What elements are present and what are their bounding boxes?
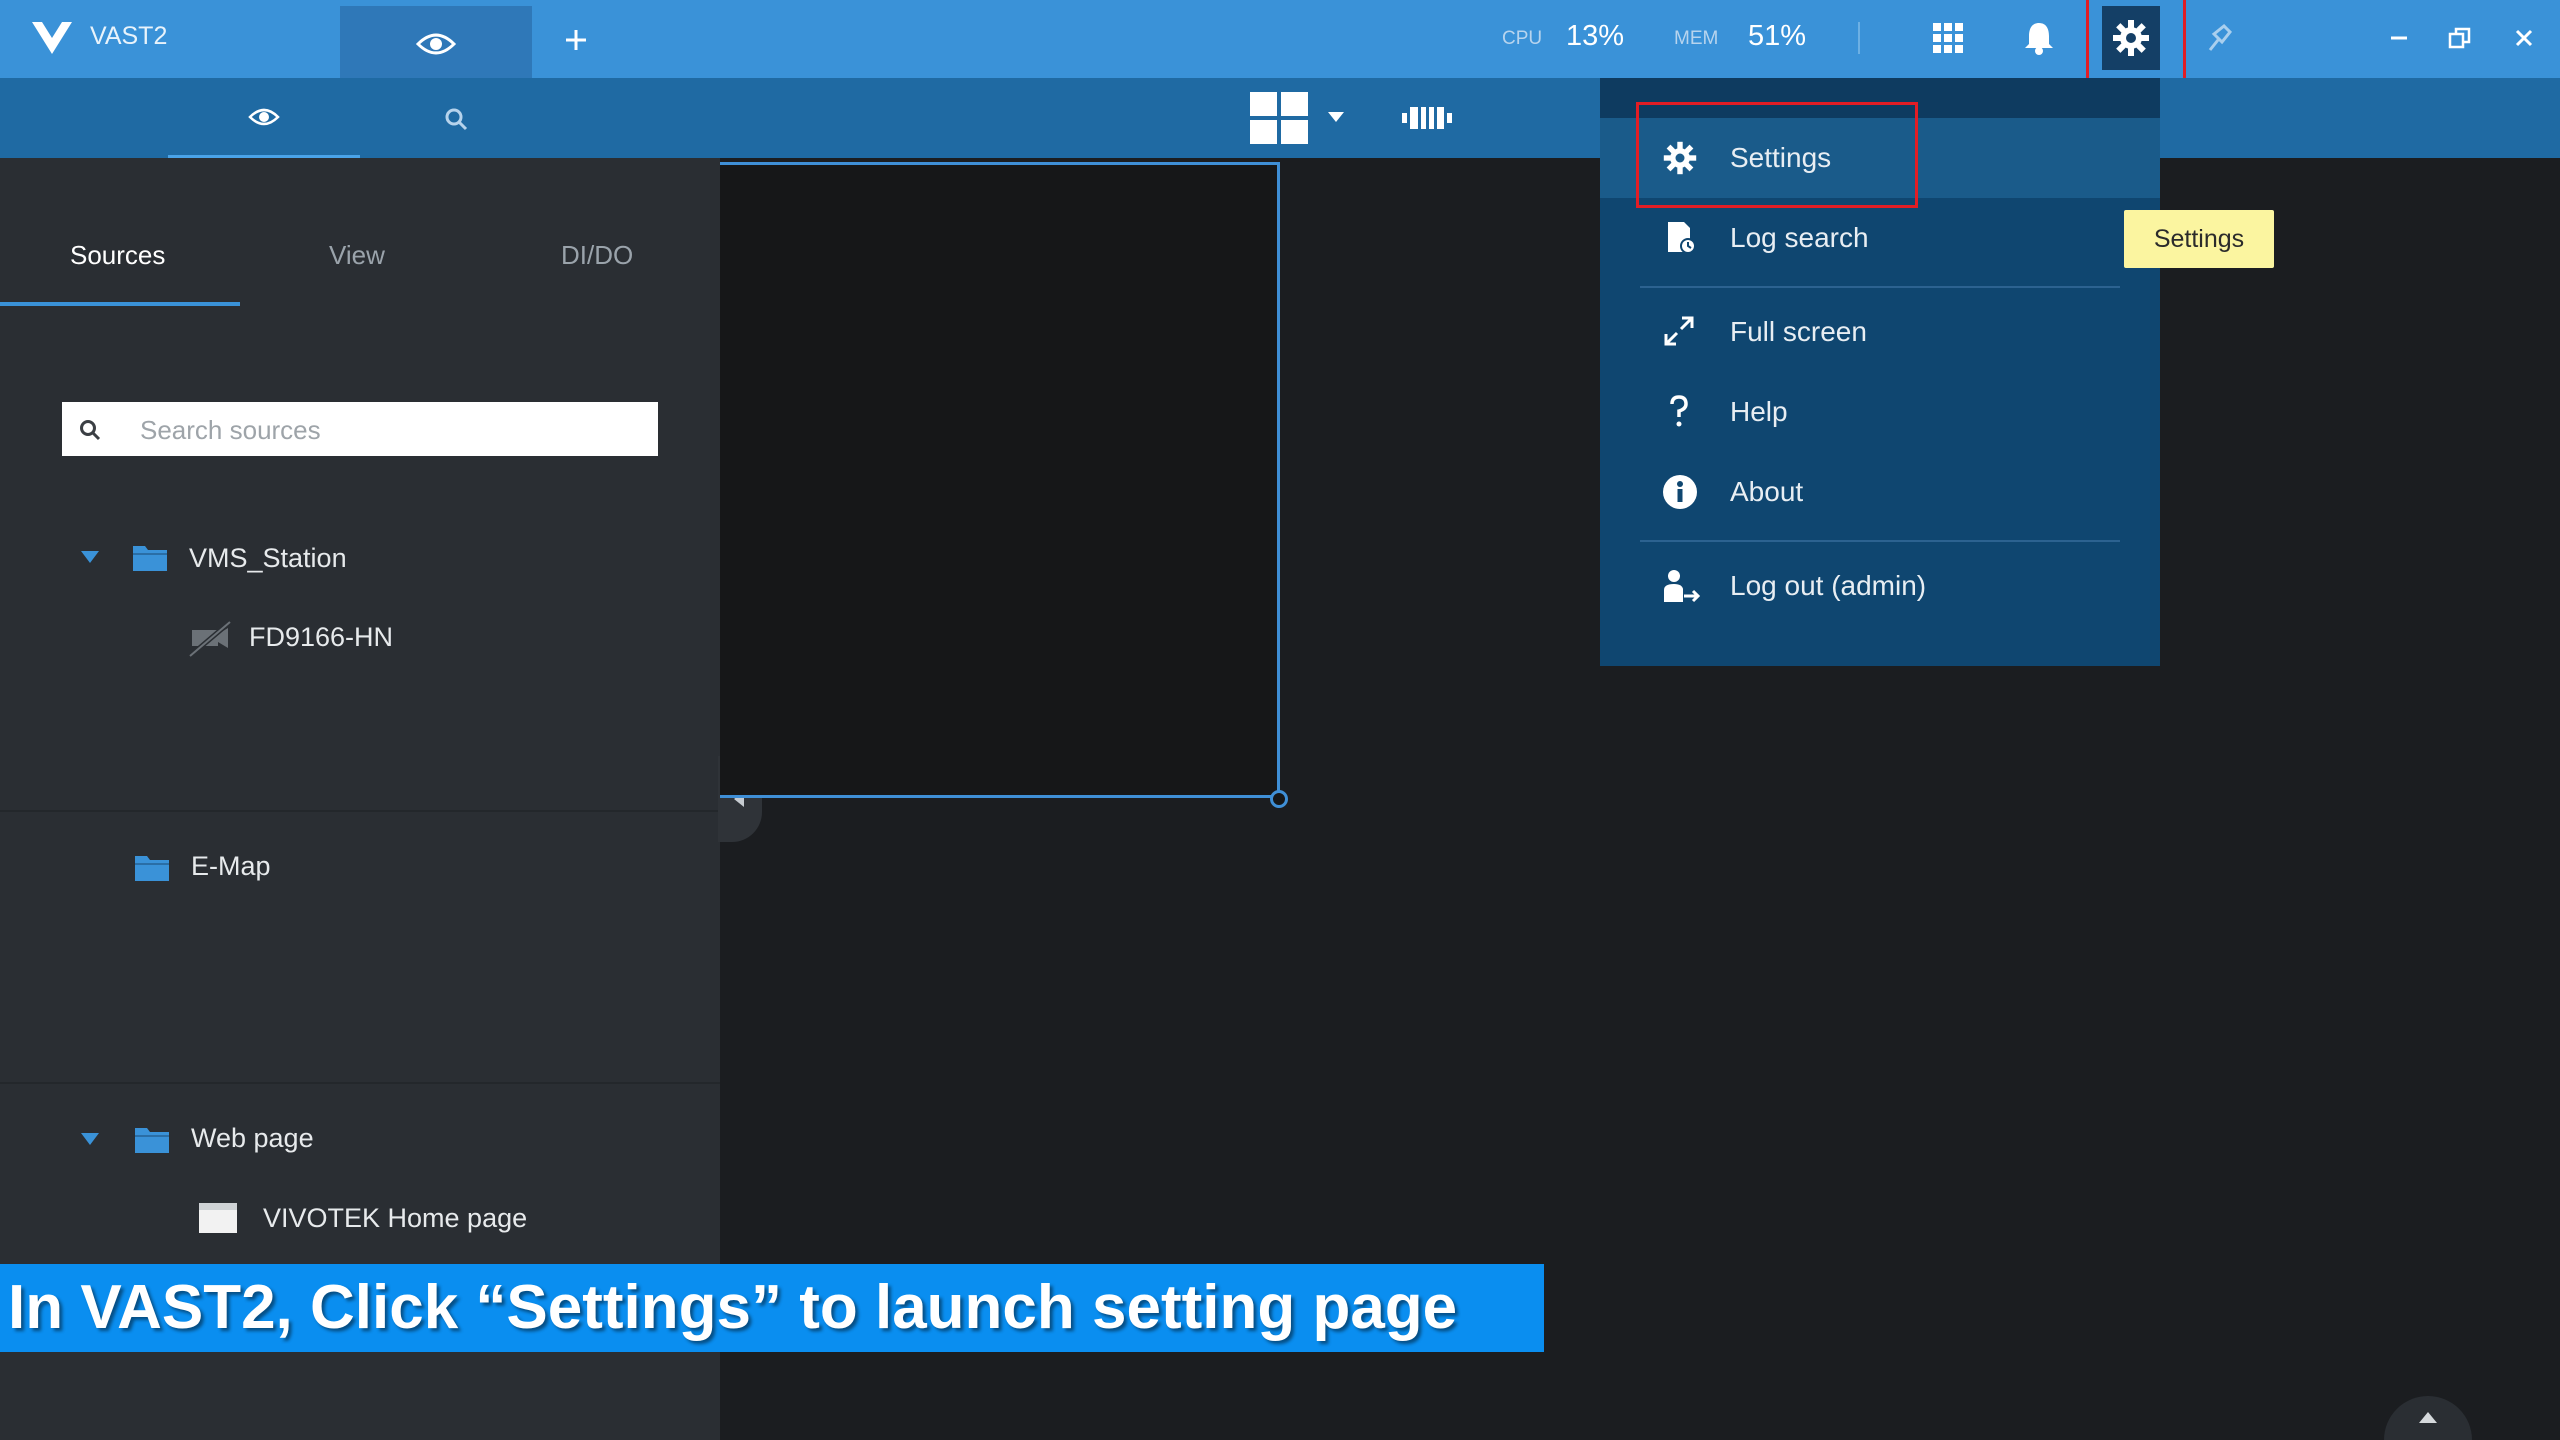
filmstrip-icon [1402,107,1452,129]
tab-sources[interactable]: Sources [70,240,165,271]
menu-item-about[interactable]: About [1600,452,2160,532]
cpu-value: 13% [1566,20,1625,52]
add-tab-button[interactable] [558,22,594,58]
grid-apps-icon [1933,23,1963,53]
apps-grid-button[interactable] [1932,22,1964,54]
folder-icon [134,1124,170,1154]
chevron-up-icon [2419,1412,2437,1423]
eye-icon [248,108,280,126]
browser-window-icon [198,1202,238,1234]
app-title: VAST2 [90,22,168,50]
search-sources-input[interactable] [138,410,642,450]
minimize-button[interactable] [2386,24,2412,50]
tree-item-emap[interactable]: E-Map [191,851,271,882]
close-icon [2515,29,2533,47]
live-view-icon [416,33,456,55]
menu-separator [1640,540,2120,542]
bell-icon [2025,23,2053,55]
panel-live-tab[interactable] [168,78,360,158]
section-divider [0,810,720,812]
webpage-expander[interactable] [80,1132,100,1146]
menu-item-full-screen[interactable]: Full screen [1600,292,2160,372]
search-icon [445,108,468,131]
restore-button[interactable] [2448,26,2472,50]
filmstrip-button[interactable] [1402,104,1452,132]
tree-item-web-page[interactable]: Web page [191,1123,314,1154]
menu-item-log-search-label: Log search [1730,222,1869,253]
menu-separator [1640,286,2120,288]
vivotek-logo-icon [30,20,74,56]
folder-icon [134,852,170,882]
pin-icon [2208,23,2233,51]
menu-item-logout-label: Log out (admin) [1730,570,1927,601]
camera-offline-icon [188,620,232,658]
logout-icon [1664,570,1701,603]
tree-item-camera[interactable]: FD9166-HN [249,622,393,653]
tab-view[interactable]: View [329,240,385,271]
instruction-caption-text: In VAST2, Click “Settings” to launch set… [8,1273,1458,1342]
caret-down-icon [81,551,99,563]
fullscreen-icon [1664,316,1694,346]
menu-item-help-label: Help [1730,396,1788,427]
tab-dido[interactable]: DI/DO [561,240,633,271]
info-icon [1663,475,1697,509]
titlebar-divider [1858,22,1860,54]
menu-item-full-screen-label: Full screen [1730,316,1867,347]
mem-label: MEM [1674,28,1719,49]
notifications-button[interactable] [2022,20,2056,56]
settings-tooltip: Settings [2124,210,2274,268]
restore-icon [2448,27,2471,49]
mem-value: 51% [1748,20,1807,52]
panel-search-tab[interactable] [360,78,552,158]
menu-item-help[interactable]: Help [1600,372,2160,452]
caret-down-icon [81,1133,99,1145]
cell-resize-handle[interactable] [1270,790,1288,808]
expand-bottom-panel-button[interactable] [2384,1396,2472,1440]
plus-icon [566,30,586,50]
layout-grid-icon [1250,92,1308,144]
folder-icon [132,542,168,572]
chevron-down-icon [1328,112,1344,122]
settings-highlight-box [1636,102,1918,208]
menu-item-log-search[interactable]: Log search [1600,198,2160,278]
left-panel [0,158,720,1440]
search-sources-box[interactable] [62,402,658,456]
live-view-tab[interactable] [340,6,532,78]
active-tab-indicator [0,302,240,306]
pin-button[interactable] [2204,22,2234,54]
section-divider [0,1082,720,1084]
video-cell[interactable] [720,162,1280,798]
tree-item-vivotek-home[interactable]: VIVOTEK Home page [263,1203,527,1234]
help-icon [1670,395,1688,427]
minimize-icon [2391,36,2407,40]
search-icon [80,420,101,441]
menu-item-logout[interactable]: Log out (admin) [1600,546,2160,626]
tree-item-vms-station[interactable]: VMS_Station [189,543,347,574]
cpu-label: CPU [1502,28,1543,49]
instruction-caption: In VAST2, Click “Settings” to launch set… [0,1264,1544,1352]
close-window-button[interactable] [2512,26,2536,50]
log-search-icon [1668,222,1696,254]
menu-item-about-label: About [1730,476,1804,507]
layout-button[interactable] [1250,92,1308,144]
layout-dropdown-button[interactable] [1326,110,1346,124]
vms-station-expander[interactable] [80,550,100,564]
